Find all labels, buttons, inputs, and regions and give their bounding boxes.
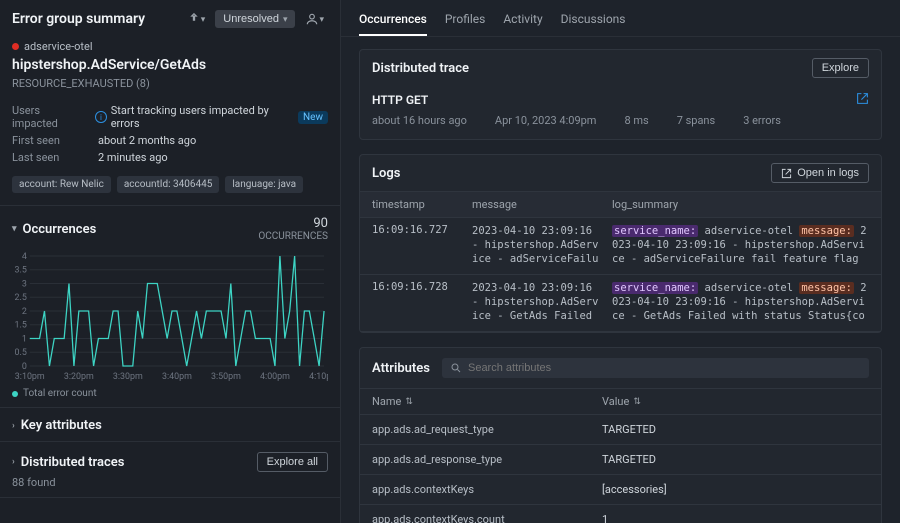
svg-text:3:40pm: 3:40pm [162, 372, 192, 382]
explore-button[interactable]: Explore [812, 58, 869, 78]
log-timestamp: 16:09:16.727 [372, 224, 462, 268]
svg-text:4:10pm: 4:10pm [309, 372, 328, 382]
occurrences-count: 90 [258, 216, 328, 231]
tab-occurrences[interactable]: Occurrences [359, 8, 427, 36]
sidebar-title: Error group summary [12, 11, 145, 27]
attribute-name: app.ads.ad_response_type [372, 453, 602, 466]
svg-text:4:00pm: 4:00pm [260, 372, 290, 382]
attribute-value: TARGETED [602, 453, 869, 466]
svg-text:2: 2 [22, 307, 27, 317]
status-dot-icon [12, 43, 19, 50]
svg-text:1.5: 1.5 [14, 321, 26, 331]
attribute-name: app.ads.contextKeys.count [372, 513, 602, 523]
chevron-right-icon: › [12, 457, 15, 467]
users-impacted-row: Users impacted i Start tracking users im… [12, 104, 328, 130]
chevron-right-icon: › [12, 421, 15, 431]
attribute-row[interactable]: app.ads.ad_request_typeTARGETED [360, 415, 881, 445]
chevron-down-icon: ▾ [12, 224, 17, 234]
svg-text:3:50pm: 3:50pm [211, 372, 241, 382]
attribute-row[interactable]: app.ads.contextKeys.count1 [360, 505, 881, 523]
trace-meta-item: Apr 10, 2023 4:09pm [495, 114, 597, 127]
sort-icon: ⇅ [633, 397, 641, 407]
search-icon [450, 362, 462, 374]
attribute-value: [accessories] [602, 483, 869, 496]
tag[interactable]: language: java [225, 176, 303, 193]
main-panel: Occurrences Profiles Activity Discussions D… [341, 0, 900, 523]
svg-text:3: 3 [22, 279, 27, 289]
tab-profiles[interactable]: Profiles [445, 8, 486, 36]
distributed-traces-section: ›Distributed traces Explore all 88 found [0, 442, 340, 498]
attribute-value: TARGETED [602, 423, 869, 436]
log-summary: service_name: adservice-otel message: 20… [612, 224, 869, 268]
occurrences-header[interactable]: ▾Occurrences 90 OCCURRENCES [12, 216, 328, 242]
sidebar-header: Error group summary ▾ Unresolved ▾ ▾ ads… [0, 0, 340, 206]
attribute-row[interactable]: app.ads.ad_response_typeTARGETED [360, 445, 881, 475]
new-badge: New [298, 111, 328, 124]
svg-text:3:30pm: 3:30pm [113, 372, 143, 382]
trace-meta-item: 8 ms [624, 114, 648, 127]
occurrences-chart: 0 0.5 1 1.5 2 2.5 3 3.5 4 3:10pm 3:20pm 3:30pm 3:40p… [12, 252, 328, 382]
attribute-name: app.ads.ad_request_type [372, 423, 602, 436]
entity-label[interactable]: adservice-otel [12, 40, 328, 53]
open-in-logs-button[interactable]: Open in logs [771, 163, 869, 183]
log-summary: service_name: adservice-otel message: 20… [612, 281, 869, 325]
trace-method: HTTP GET [372, 93, 428, 107]
attribute-name: app.ads.contextKeys [372, 483, 602, 496]
tag-list: account: Rew Nelic accountId: 3406445 lang… [12, 176, 328, 193]
tab-discussions[interactable]: Discussions [561, 8, 626, 36]
attributes-panel: Attributes Name⇅ Value⇅ app.ads.ad_reque… [359, 347, 882, 523]
chart-legend: Total error count [12, 388, 328, 399]
svg-text:3:10pm: 3:10pm [15, 372, 45, 382]
last-seen-row: Last seen 2 minutes ago [12, 151, 328, 164]
traces-count: 88 found [12, 476, 328, 489]
tag[interactable]: account: Rew Nelic [12, 176, 111, 193]
svg-text:4: 4 [22, 252, 27, 262]
svg-text:2.5: 2.5 [14, 293, 26, 303]
attribute-value: 1 [602, 513, 869, 523]
occurrences-section: ▾Occurrences 90 OCCURRENCES 0 0.5 1 1.5 2 2.5… [0, 206, 340, 408]
error-title: hipstershop.AdService/GetAds [12, 57, 328, 73]
attributes-header-row[interactable]: Name⇅ Value⇅ [360, 388, 881, 415]
log-message: 2023-04-10 23:09:16 - hipstershop.AdServ… [472, 281, 602, 325]
error-subtitle: RESOURCE_EXHAUSTED (8) [12, 77, 328, 90]
attribute-row[interactable]: app.ads.contextKeys[accessories] [360, 475, 881, 505]
external-link-icon [781, 168, 792, 179]
log-row[interactable]: 16:09:16.7282023-04-10 23:09:16 - hipste… [360, 275, 881, 332]
trace-meta: about 16 hours ago Apr 10, 2023 4:09pm 8 m… [372, 114, 869, 127]
share-icon[interactable]: ▾ [183, 8, 210, 30]
search-input[interactable] [468, 362, 861, 374]
info-icon[interactable]: i [95, 111, 107, 123]
trace-meta-item: 3 errors [743, 114, 781, 127]
svg-text:0: 0 [22, 362, 27, 372]
status-dropdown[interactable]: Unresolved ▾ [215, 10, 295, 28]
tab-activity[interactable]: Activity [503, 8, 542, 36]
trace-panel-title: Distributed trace [372, 61, 469, 76]
logs-header-row: timestamp message log_summary [360, 191, 881, 218]
first-seen-row: First seen about 2 months ago [12, 134, 328, 147]
tabs: Occurrences Profiles Activity Discussions [341, 0, 900, 37]
logs-panel: Logs Open in logs timestamp message log_… [359, 154, 882, 333]
trace-meta-item: 7 spans [677, 114, 716, 127]
explore-all-button[interactable]: Explore all [257, 452, 328, 472]
logs-title: Logs [372, 166, 400, 181]
attributes-search[interactable] [442, 358, 869, 378]
sort-icon: ⇅ [405, 397, 413, 407]
sidebar: Error group summary ▾ Unresolved ▾ ▾ ads… [0, 0, 341, 523]
svg-text:1: 1 [22, 334, 27, 344]
assignee-icon[interactable]: ▾ [301, 8, 328, 30]
external-link-icon[interactable] [856, 92, 869, 108]
tag[interactable]: accountId: 3406445 [117, 176, 220, 193]
log-message: 2023-04-10 23:09:16 - hipstershop.AdServ… [472, 224, 602, 268]
trace-meta-item: about 16 hours ago [372, 114, 467, 127]
log-timestamp: 16:09:16.728 [372, 281, 462, 325]
key-attributes-section[interactable]: ›Key attributes [0, 408, 340, 442]
svg-text:3:20pm: 3:20pm [64, 372, 94, 382]
attributes-title: Attributes [372, 361, 430, 376]
trace-panel: Distributed trace Explore HTTP GET about… [359, 49, 882, 140]
log-row[interactable]: 16:09:16.7272023-04-10 23:09:16 - hipste… [360, 218, 881, 275]
svg-text:3.5: 3.5 [14, 266, 26, 276]
svg-text:0.5: 0.5 [14, 348, 26, 358]
